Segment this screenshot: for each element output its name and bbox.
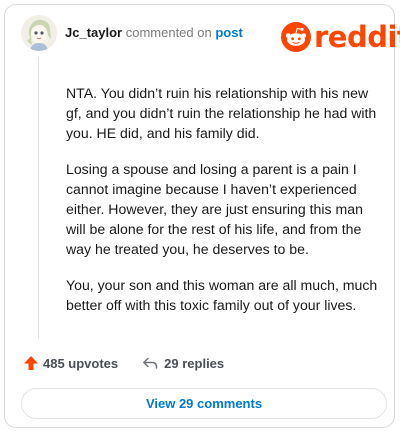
view-comments-button[interactable]: View 29 comments (21, 388, 387, 419)
avatar-image (21, 15, 57, 51)
upvote-count: 485 upvotes (43, 355, 119, 371)
action-text: commented on (125, 25, 212, 40)
comment-paragraph: You, your son and this woman are all muc… (66, 277, 378, 313)
comment-paragraph: NTA. You didn’t ruin his relationship wi… (66, 85, 377, 141)
reddit-snoo-icon (281, 22, 311, 52)
comment-stats: 485 upvotes 29 replies (23, 354, 224, 372)
reddit-logo[interactable]: reddit (281, 21, 400, 53)
upvote-arrow-icon[interactable] (23, 355, 39, 371)
comment-body: NTA. You didn’t ruin his relationship wi… (66, 83, 382, 331)
avatar[interactable] (21, 15, 57, 51)
comment-header: Jc_taylor commented on post (65, 25, 243, 41)
thread-line[interactable] (38, 57, 39, 339)
username-link[interactable]: Jc_taylor (65, 25, 122, 40)
reddit-wordmark: reddit (314, 20, 400, 54)
comment-paragraph: Losing a spouse and losing a parent is a… (66, 161, 363, 257)
reply-arrow-icon[interactable] (142, 355, 158, 371)
post-link[interactable]: post (215, 25, 242, 40)
reply-count[interactable]: 29 replies (164, 356, 224, 371)
comment-card: Jc_taylor commented on post reddit NTA. … (4, 4, 400, 428)
